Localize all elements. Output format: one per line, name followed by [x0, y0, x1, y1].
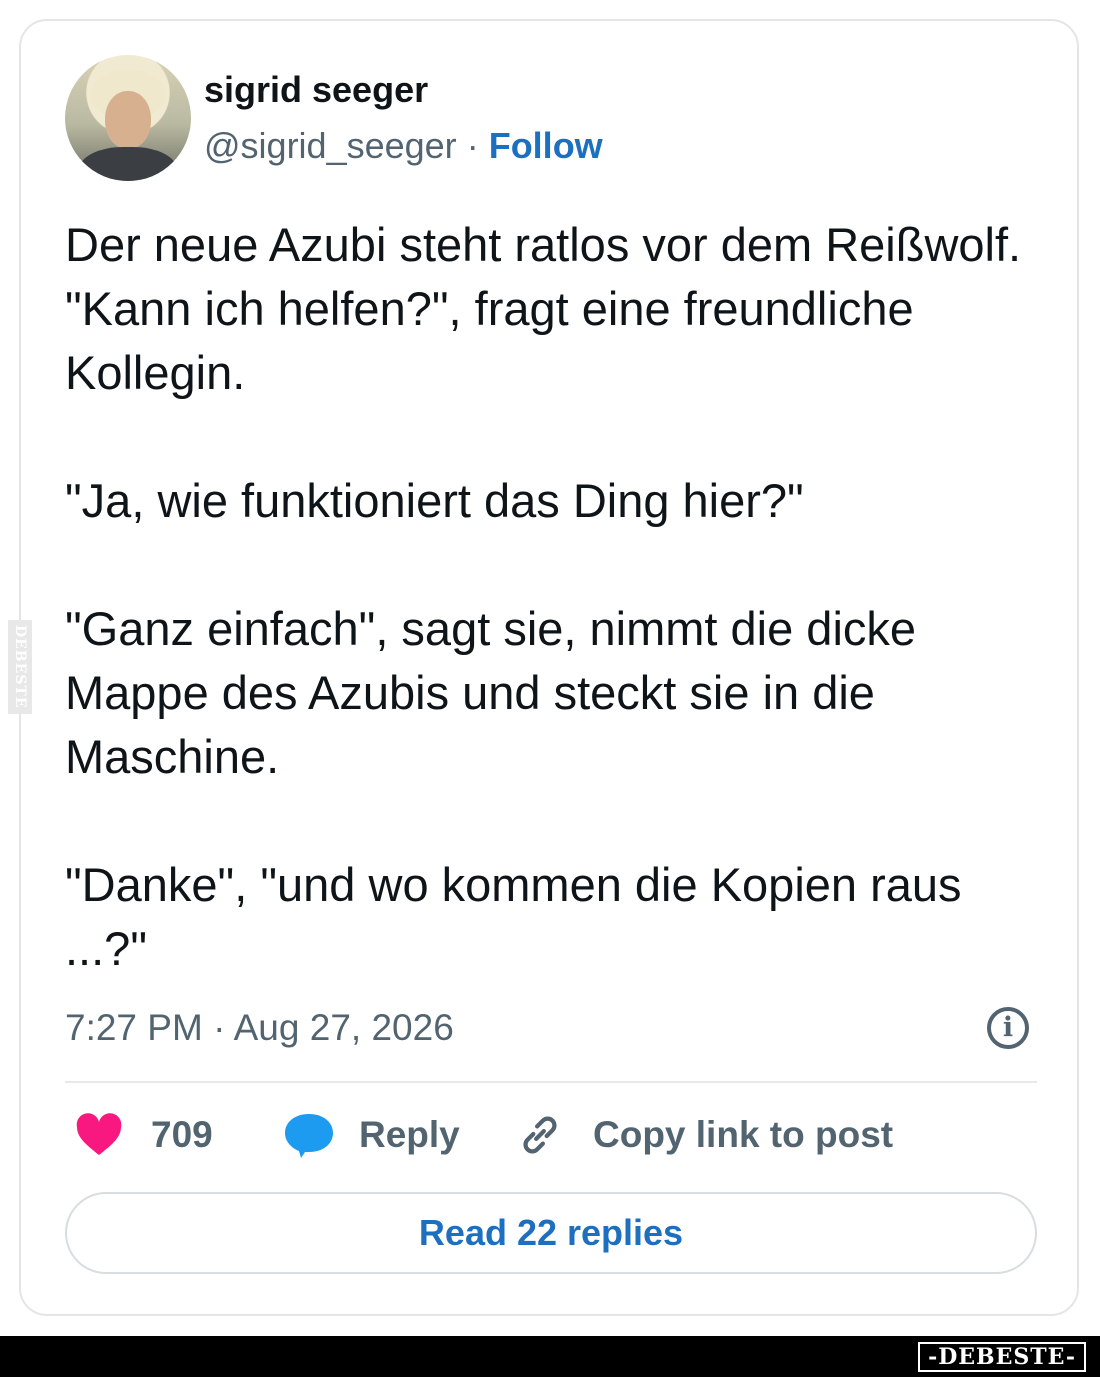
follow-button[interactable]: Follow [489, 125, 603, 166]
action-bar: 709 Reply Copy link to post [65, 1109, 1045, 1161]
like-button[interactable]: 709 [75, 1109, 213, 1161]
tweet-paragraph: "Ganz einfach", sagt sie, nimmt die dick… [65, 602, 917, 783]
reply-button[interactable]: Reply [283, 1109, 460, 1161]
tweet-paragraph: "Danke", "und wo kommen die Kopien raus … [65, 858, 962, 975]
tweet-timestamp[interactable]: 7:27 PM · Aug 27, 2026 [65, 1007, 454, 1049]
like-count: 709 [151, 1114, 213, 1155]
avatar[interactable] [65, 55, 191, 181]
tweet-paragraph: "Ja, wie funktioniert das Ding hier?" [65, 474, 804, 527]
author-handle[interactable]: @sigrid_seeger [204, 125, 457, 166]
author-name[interactable]: sigrid seeger [204, 69, 428, 111]
side-watermark: DEBESTE [8, 620, 32, 714]
read-replies-button[interactable]: Read 22 replies [65, 1192, 1037, 1274]
reply-label: Reply [359, 1114, 460, 1155]
tweet-text: Der neue Azubi steht ratlos vor dem Reiß… [65, 213, 1045, 981]
avatar-face [105, 91, 151, 149]
copy-link-label: Copy link to post [593, 1114, 894, 1155]
speech-bubble-icon [285, 1114, 333, 1158]
author-handle-row: @sigrid_seeger · Follow [204, 125, 603, 167]
info-icon[interactable]: i [987, 1007, 1029, 1049]
avatar-shirt [79, 147, 177, 181]
tweet-card: sigrid seeger @sigrid_seeger · Follow De… [19, 19, 1079, 1316]
tweet-paragraph: Der neue Azubi steht ratlos vor dem Reiß… [65, 218, 1022, 399]
separator-dot: · [466, 125, 479, 166]
heart-icon [76, 1113, 122, 1155]
copy-link-button[interactable]: Copy link to post [517, 1109, 893, 1161]
link-icon [523, 1116, 557, 1154]
footer-logo: -DEBESTE- [918, 1342, 1086, 1372]
divider [65, 1081, 1037, 1083]
footer-bar: -DEBESTE- [0, 1336, 1100, 1377]
